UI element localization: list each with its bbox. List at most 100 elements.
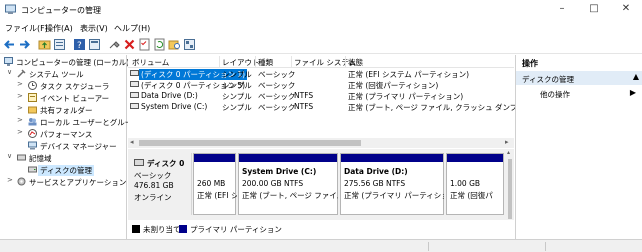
collapsed-chevron-icon[interactable]: > [17,128,23,136]
other-actions-item[interactable]: 他の操作 [540,89,570,100]
partition-recovery[interactable]: 1.00 GB 正常 (回復パ [446,153,504,215]
properties-sheet-icon[interactable] [183,38,196,51]
column-header-layout[interactable]: レイアウト [222,57,260,68]
tree-item-disk-management[interactable]: ディスクの管理 [0,164,127,176]
expanded-chevron-icon[interactable]: ∨ [7,68,12,76]
menu-help[interactable]: ヘルプ(H) [114,23,150,34]
column-header-status[interactable]: 状態 [348,57,363,68]
checklist-icon[interactable] [138,38,151,51]
scrollbar-thumb[interactable] [508,159,512,219]
volume-row[interactable]: (ディスク 0 パーティション 1) シンプル ベーシック 正常 (EFI シス… [128,69,514,80]
disk-icon [134,159,144,166]
disk-management-icon [28,166,37,173]
expanded-chevron-icon[interactable]: ∨ [7,152,12,160]
tree-item-shared-folders[interactable]: > 共有フォルダー [0,104,127,116]
partition-efi[interactable]: 260 MB 正常 (EFI シ [193,153,237,215]
volume-drive-icon [130,103,139,109]
tree-label: ローカル ユーザーとグループ [40,118,140,127]
collapsed-chevron-icon[interactable]: > [17,80,23,88]
disk-size: 476.81 GB [134,181,174,190]
volume-row[interactable]: System Drive (C:) シンプル ベーシック NTFS 正常 (ブー… [128,102,569,112]
up-folder-icon[interactable] [38,38,51,51]
tree-label: コンピューターの管理 (ローカル) [16,58,130,67]
legend-swatch-unallocated [132,225,140,233]
delete-icon[interactable] [123,38,136,51]
computer-management-icon [5,4,16,14]
collapse-up-icon[interactable]: ▲ [633,72,639,81]
collapsed-chevron-icon[interactable]: > [17,92,23,100]
actions-pane: 操作 ディスクの管理 ▲ 他の操作 ▶ [515,55,642,239]
primary-partition-bar [239,154,337,162]
collapsed-chevron-icon[interactable]: > [7,176,13,184]
column-header-volume[interactable]: ボリューム [132,57,169,68]
event-viewer-icon [28,93,37,102]
minimize-button[interactable]: – [547,0,577,20]
tree-label: 記憶域 [29,154,52,163]
tree-item-performance[interactable]: > パフォーマンス [0,128,127,140]
close-button[interactable]: ✕ [611,0,641,20]
folder-search-icon[interactable] [168,38,181,51]
actions-section-disk-management[interactable]: ディスクの管理 ▲ [516,71,642,85]
volume-list-header: ボリューム レイアウト 種類 ファイル システム 状態 [128,55,514,68]
scroll-left-icon[interactable]: ◂ [130,138,134,146]
primary-partition-bar [194,154,235,162]
column-header-filesystem[interactable]: ファイル システム [294,57,356,68]
back-arrow-icon[interactable] [3,38,16,51]
tree-item-event-viewer[interactable]: > イベント ビューアー [0,92,127,104]
refresh-icon[interactable] [153,38,166,51]
partition-system-drive[interactable]: System Drive (C:) 200.00 GB NTFS 正常 (ブート… [238,153,338,215]
tree-label: 共有フォルダー [40,106,93,115]
menu-bar: ファイル(F) 操作(A) 表示(V) ヘルプ(H) [0,20,642,36]
legend-label-unallocated: 未割り当て [143,225,181,234]
status-bar [0,239,642,252]
disk-type: ベーシック [134,171,172,180]
help-icon[interactable]: ? [73,38,86,51]
menu-view[interactable]: 表示(V) [80,23,108,34]
legend-label-primary: プライマリ パーティション [190,225,282,234]
connect-icon[interactable] [108,38,121,51]
tree-label: サービスとアプリケーション [29,178,127,187]
tree-item-task-scheduler[interactable]: > タスク スケジューラ [0,80,127,92]
column-header-type[interactable]: 種類 [258,57,273,68]
disk-name: ディスク 0 [147,159,185,168]
menu-file[interactable]: ファイル(F) [5,23,48,34]
menu-action[interactable]: 操作(A) [45,23,73,34]
console-icon[interactable] [88,38,101,51]
submenu-arrow-icon[interactable]: ▶ [630,88,636,97]
forward-arrow-icon[interactable] [18,38,31,51]
tree-item-computer-management[interactable]: コンピューターの管理 (ローカル) [0,56,130,68]
actions-header: 操作 [522,59,538,68]
scroll-right-icon[interactable]: ▸ [505,138,509,146]
shared-folder-icon [28,106,37,114]
horizontal-scrollbar[interactable]: ◂ ▸ [128,138,514,148]
volume-row[interactable]: Data Drive (D:) シンプル ベーシック NTFS 正常 (プライマ… [128,91,514,101]
partition-data-drive[interactable]: Data Drive (D:) 275.56 GB NTFS 正常 (プライマリ… [340,153,444,215]
primary-partition-bar [341,154,443,162]
properties-icon[interactable] [53,38,66,51]
maximize-button[interactable]: □ [579,0,609,20]
volume-row[interactable]: (ディスク 0 パーティション 5) シンプル ベーシック 正常 (回復パーティ… [128,80,514,90]
tree-item-services[interactable]: > サービスとアプリケーション [0,176,127,188]
scrollbar-thumb[interactable] [139,140,361,146]
tree-label: パフォーマンス [40,130,93,139]
disk-info-panel[interactable]: ディスク 0 ベーシック 476.81 GB オンライン [130,153,192,215]
collapsed-chevron-icon[interactable]: > [17,104,23,112]
tree-item-local-users[interactable]: > ローカル ユーザーとグループ [0,116,139,128]
performance-icon [28,129,37,138]
disk-management-pane: ボリューム レイアウト 種類 ファイル システム 状態 (ディスク 0 パーティ… [128,55,569,239]
tree-label: デバイス マネージャー [40,142,117,151]
svg-text:?: ? [77,41,82,51]
scroll-up-icon[interactable]: ▴ [507,149,510,156]
title-bar: コンピューターの管理 – □ ✕ [0,0,642,20]
storage-icon [17,154,26,161]
clock-icon [28,81,37,90]
tree-item-device-manager[interactable]: デバイス マネージャー [0,140,127,152]
collapsed-chevron-icon[interactable]: > [17,116,23,124]
tree-item-storage[interactable]: ∨ 記憶域 [0,152,127,164]
device-manager-icon [28,141,37,150]
legend: 未割り当て プライマリ パーティション [128,220,514,239]
volume-drive-icon [130,92,139,98]
tree-item-system-tools[interactable]: ∨ システム ツール [0,68,127,80]
window-title: コンピューターの管理 [21,6,101,15]
computer-management-icon [4,57,13,66]
